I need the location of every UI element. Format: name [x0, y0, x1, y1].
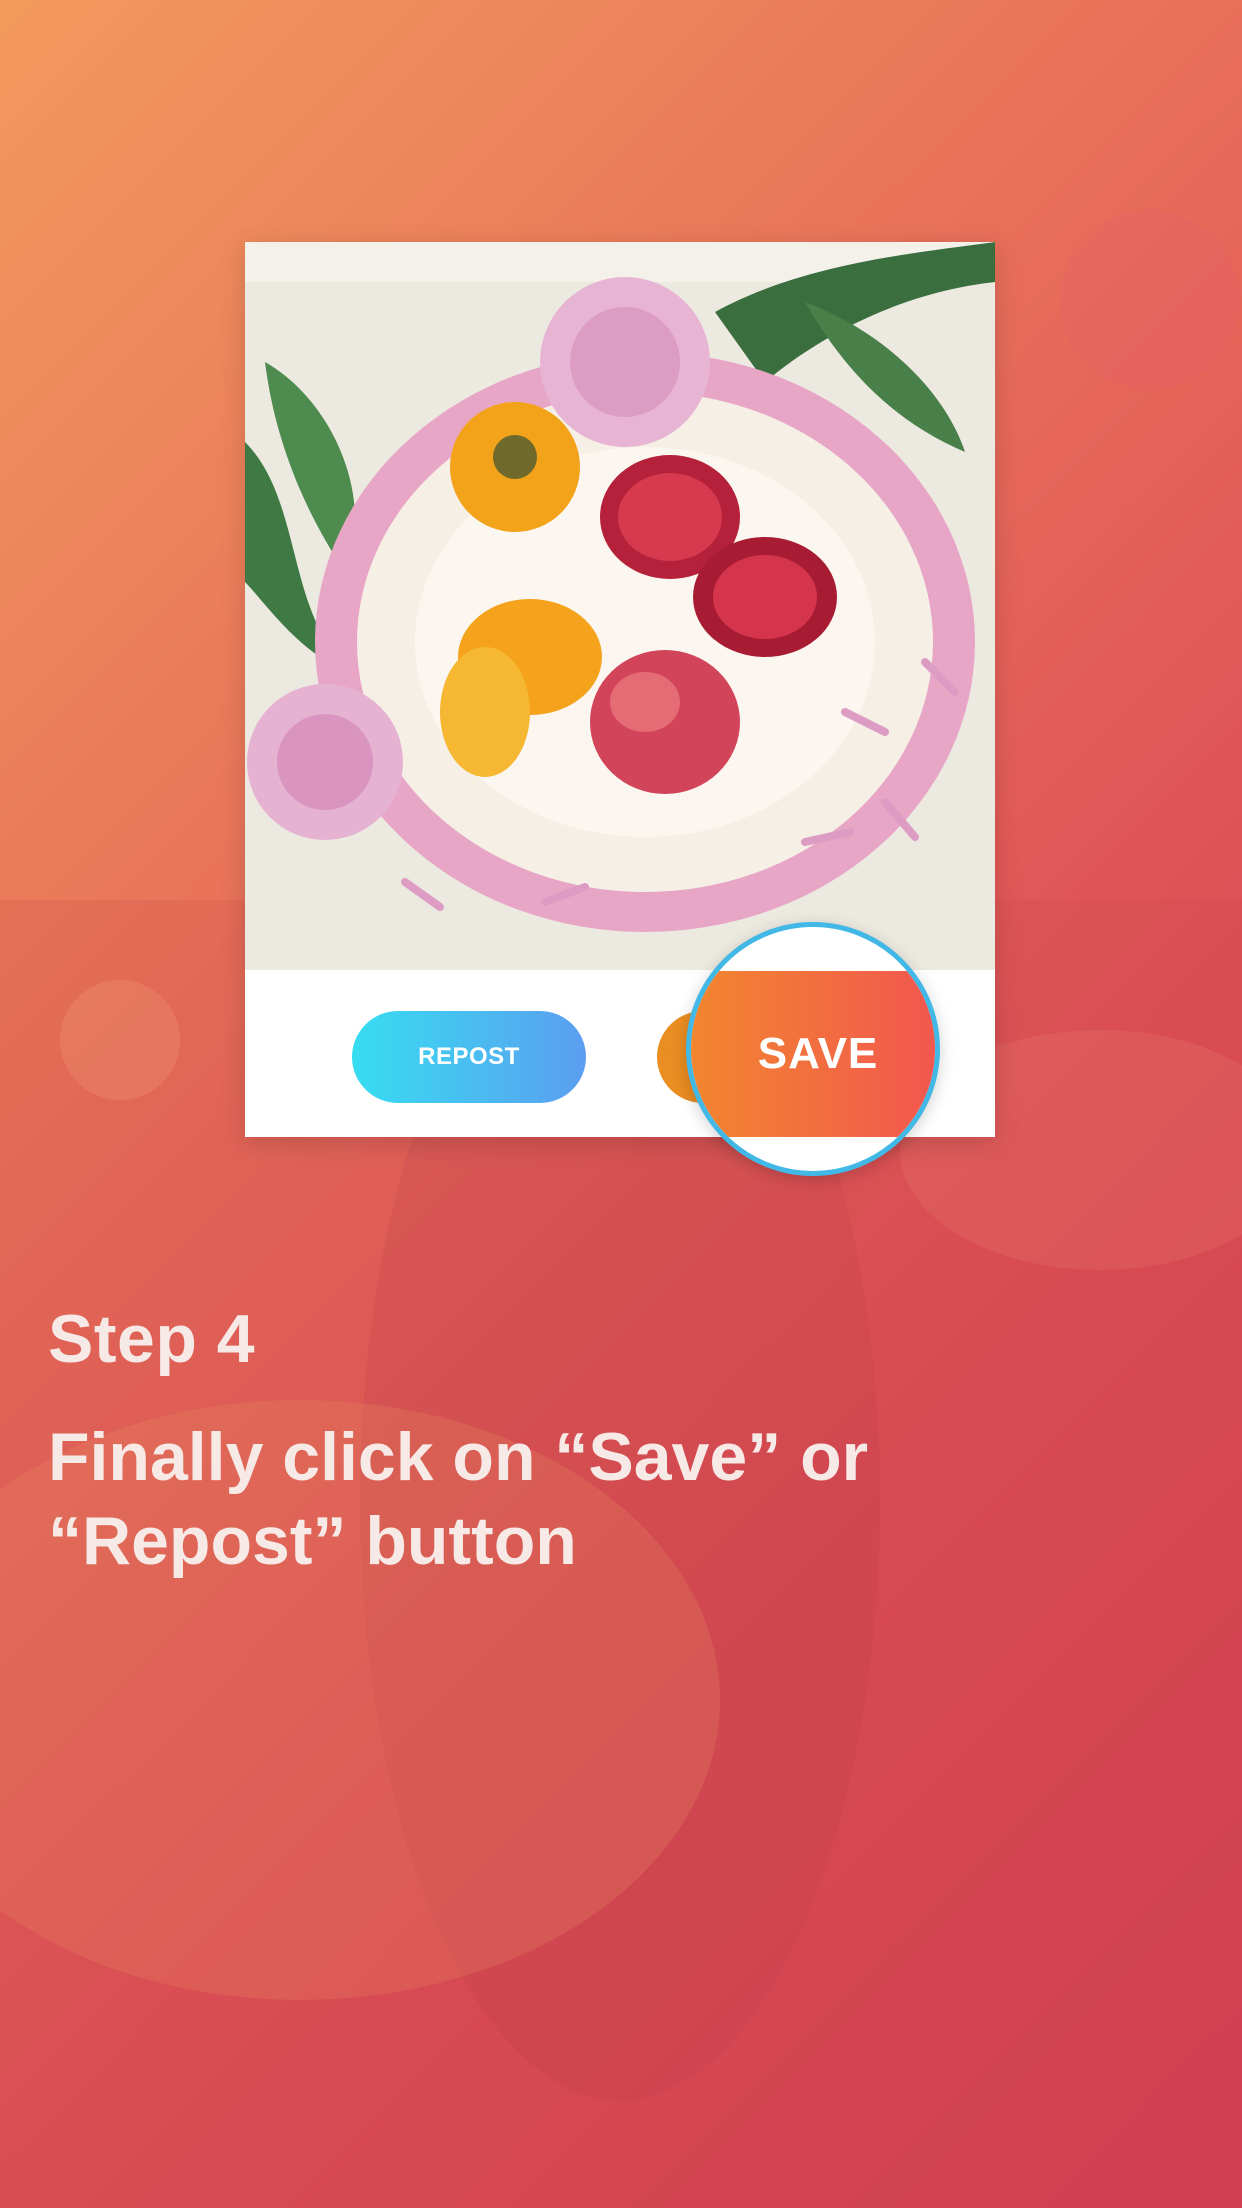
save-button-highlight[interactable]: SAVE [686, 922, 940, 1176]
post-photo [245, 242, 995, 970]
step-description: Finally click on “Save” or “Repost” butt… [48, 1419, 869, 1579]
fruit-plate-photo-icon [245, 242, 995, 970]
save-button[interactable]: SAVE [691, 971, 935, 1137]
save-button-label: SAVE [757, 1029, 879, 1078]
step-title: Step 4 [48, 1301, 256, 1377]
repost-button[interactable]: REPOST [352, 1011, 586, 1103]
